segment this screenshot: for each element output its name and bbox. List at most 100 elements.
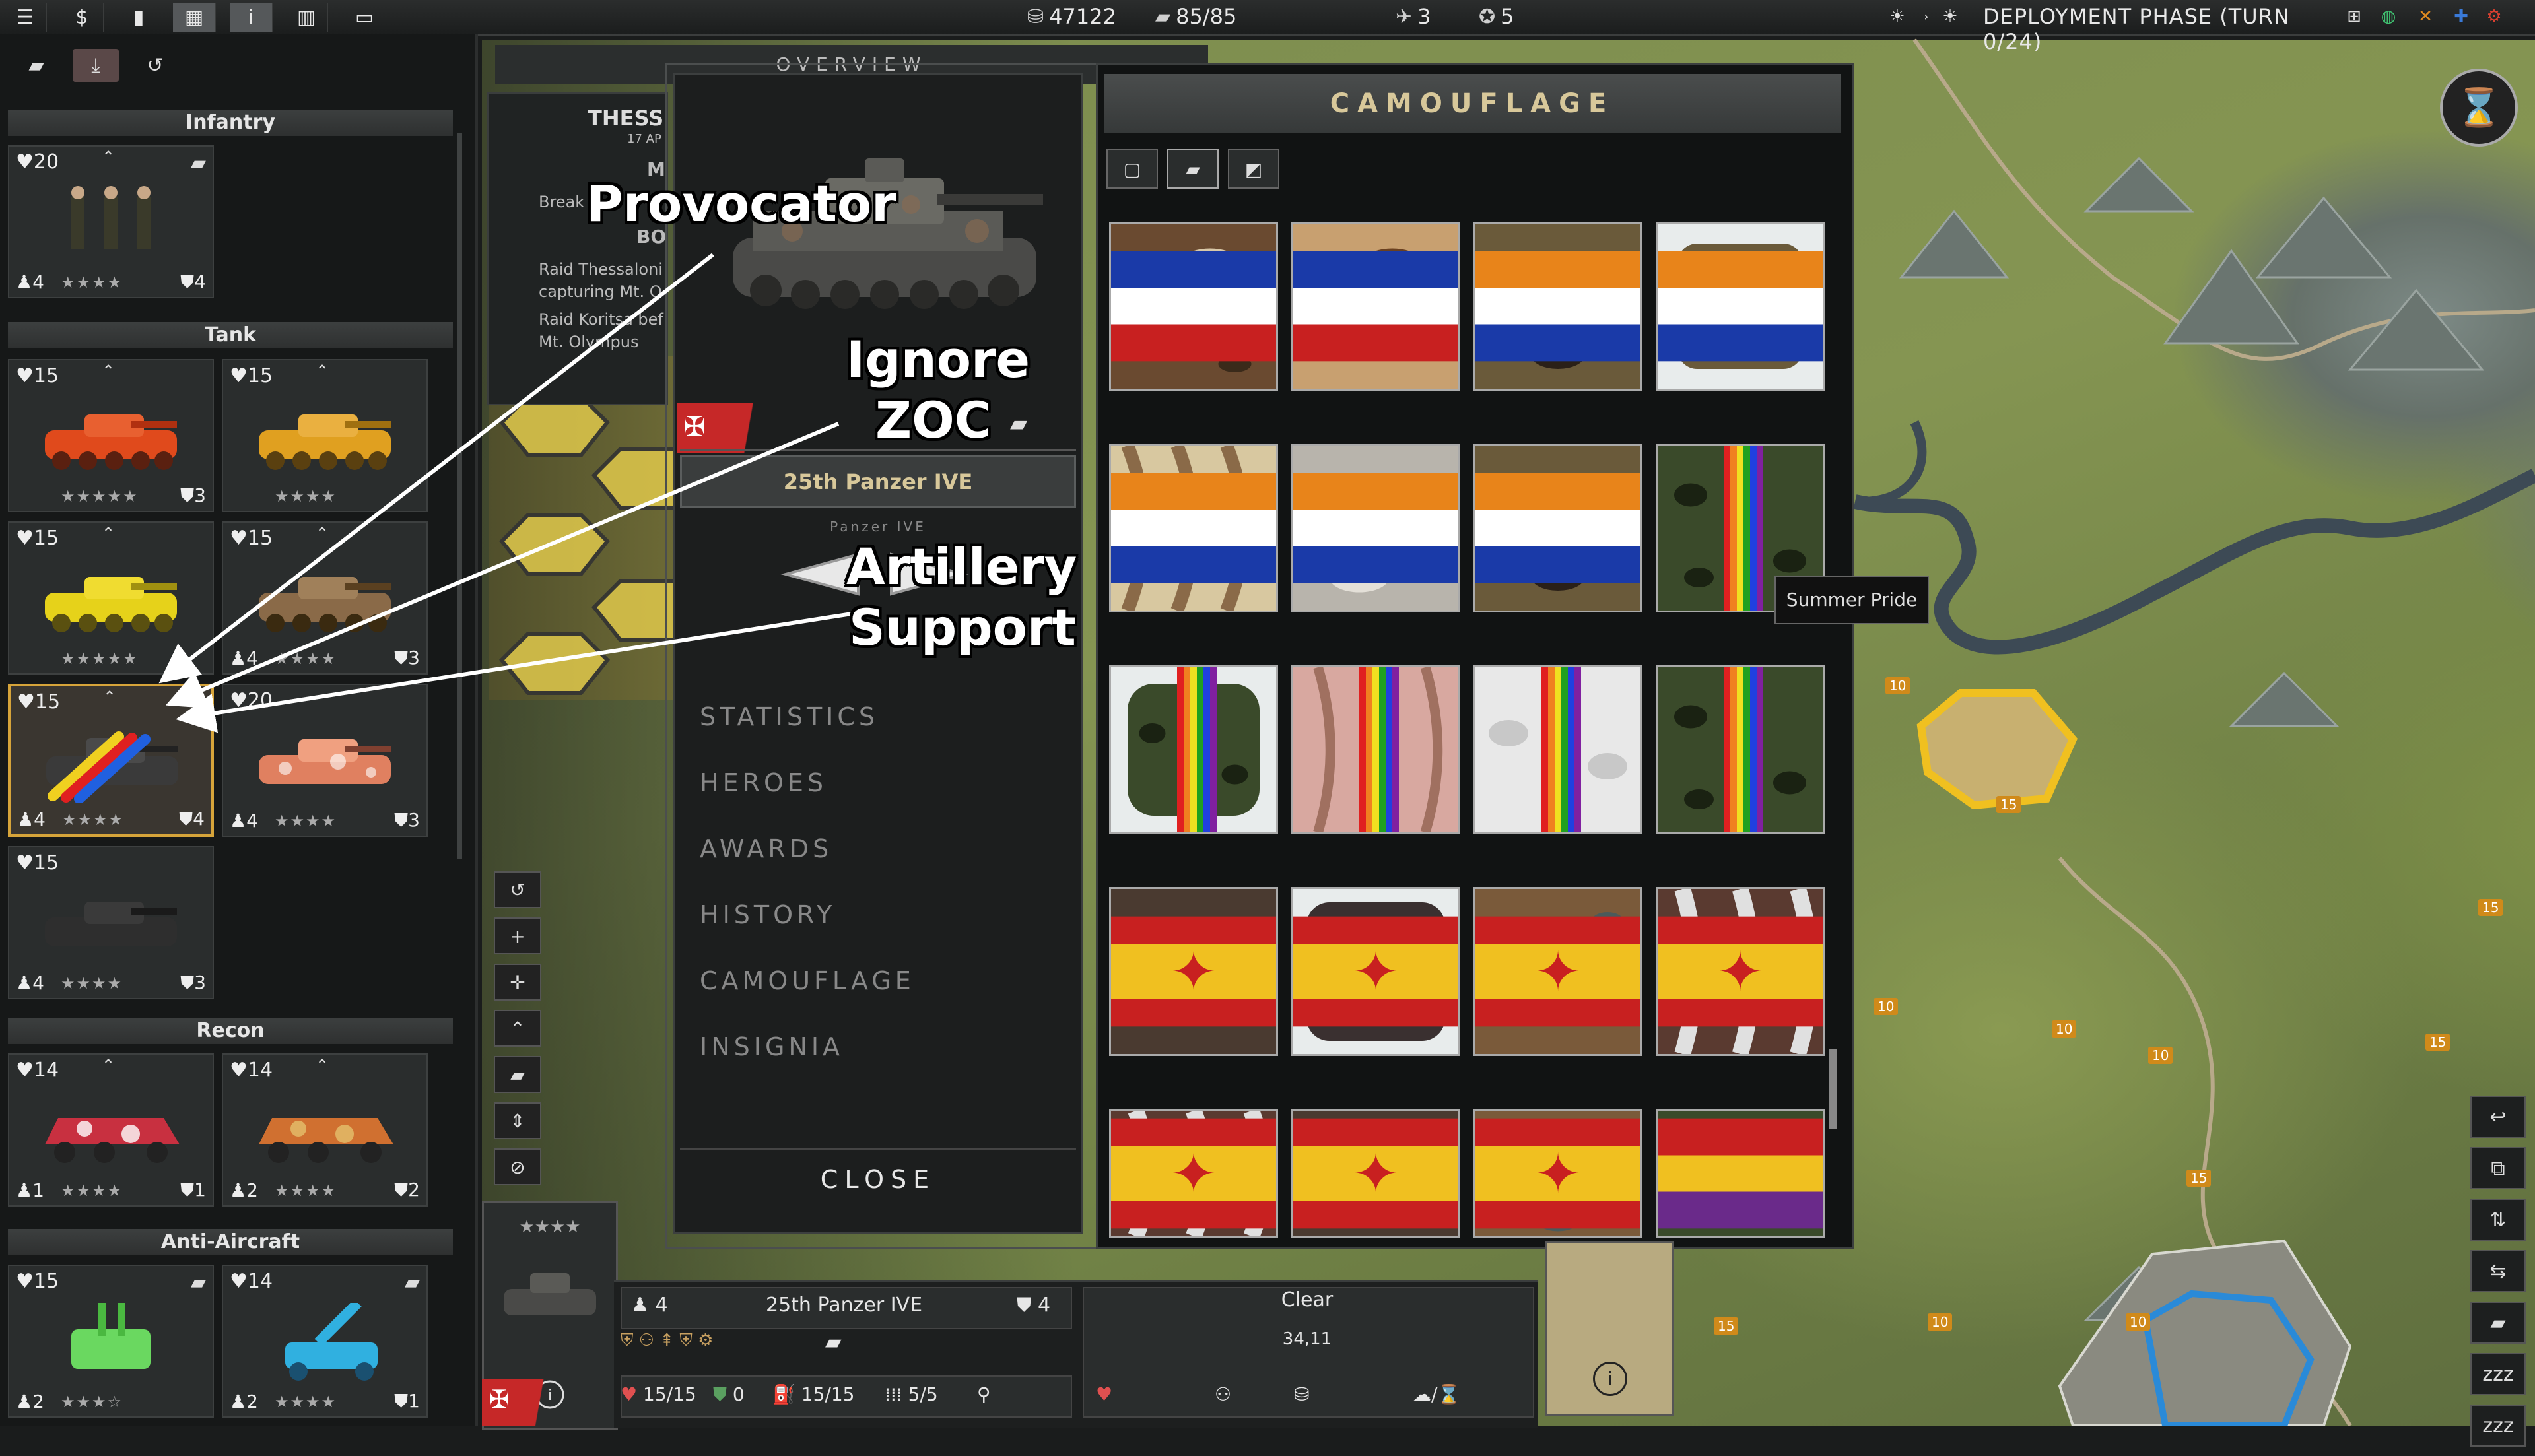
unit-card-recon[interactable]: ♥14 ⌃ ♟2 ★★★★ ⛊2 xyxy=(222,1053,428,1207)
menu-history[interactable]: HISTORY xyxy=(700,900,836,929)
tank-filter-icon[interactable]: ▰ xyxy=(13,49,59,82)
unit-card-tank[interactable]: ♥15 ⌃ ♟4 ★★★★ ⛊3 xyxy=(222,521,428,675)
menu-camouflage[interactable]: CAMOUFLAGE xyxy=(700,966,915,995)
map-number: 15 xyxy=(1714,1317,1739,1335)
unit-card-tank[interactable]: ♥15 ♟4 ★★★★ ⛊3 xyxy=(8,846,214,999)
camo-swatch[interactable] xyxy=(1291,665,1460,834)
camo-swatch[interactable] xyxy=(1656,665,1825,834)
camo-swatch[interactable] xyxy=(1656,1109,1825,1238)
camo-swatch[interactable]: ✦ xyxy=(1291,1109,1460,1238)
settings-icon[interactable]: ⚙ xyxy=(2482,4,2506,29)
undo-icon[interactable]: ↺ xyxy=(132,49,178,82)
cross-icon[interactable]: ✕ xyxy=(2414,4,2437,29)
chart-icon[interactable]: ▥ xyxy=(285,3,328,32)
swap-arrows-icon[interactable]: ⇅ xyxy=(2470,1199,2526,1241)
camo-tab-all-icon[interactable]: ▢ xyxy=(1106,149,1158,189)
unit-card-anti-aircraft[interactable]: ♥14 ▰ ♟2 ★★★★ ⛊1 xyxy=(222,1265,428,1418)
terrain-info-icon[interactable]: i xyxy=(1593,1362,1627,1396)
unit-card-recon[interactable]: ♥14 ⌃ ♟1 ★★★★ ⛊1 xyxy=(8,1053,214,1207)
unit-card-selected-tank[interactable]: ♥15 ⌃ ♟4 ★★★★ ⛊4 xyxy=(8,684,214,837)
swap-icon[interactable]: ⇕ xyxy=(494,1102,541,1139)
deploy-icon[interactable]: ⤓ xyxy=(73,49,119,82)
stat-fuel: ⛽ 15/15 xyxy=(772,1383,854,1405)
camo-tab-custom-icon[interactable]: ◩ xyxy=(1228,149,1279,189)
unit-card-tank[interactable]: ♥15 ⌃ ★★★★ xyxy=(222,359,428,512)
camo-swatch[interactable] xyxy=(1473,222,1642,391)
dutch-flag-icon xyxy=(1475,251,1640,362)
chat-icon[interactable]: ▮ xyxy=(118,3,160,32)
spanish-republic-flag-icon xyxy=(1658,1118,1823,1229)
undo-icon[interactable]: ↺ xyxy=(494,871,541,908)
hp-number: 15 xyxy=(247,527,273,550)
unit-card-tank[interactable]: ♥15 ⌃ ★★★★★ xyxy=(8,521,214,675)
hp-number: 14 xyxy=(247,1270,273,1293)
spanish-nationalist-flag-icon: ✦ xyxy=(1475,916,1640,1027)
upgrade-icon[interactable]: ⌃ xyxy=(494,1010,541,1047)
sun-icon: ☀ xyxy=(1889,7,1905,26)
tank-unit xyxy=(45,902,177,946)
unit-name-plate[interactable]: 25th Panzer IVE xyxy=(680,455,1076,508)
level-number: 1 xyxy=(32,1179,44,1201)
camo-swatch[interactable]: ✦ xyxy=(1291,887,1460,1056)
menu-insignia[interactable]: INSIGNIA xyxy=(700,1032,844,1061)
grid-icon[interactable]: ▦ xyxy=(173,3,216,32)
camo-tab-tank-icon[interactable]: ▰ xyxy=(1167,149,1219,189)
star-rating: ★★★★ xyxy=(61,974,123,993)
reinforce-icon[interactable]: ✛ xyxy=(494,964,541,1001)
map-toggle-icon[interactable]: ⊞ xyxy=(2342,4,2366,29)
unit-card-tank[interactable]: ♥20 ♟4 ★★★★ ⛊3 xyxy=(222,684,428,837)
layers-icon[interactable]: ⧉ xyxy=(2470,1147,2526,1189)
window-icon[interactable]: ▭ xyxy=(343,3,386,32)
camo-swatch[interactable] xyxy=(1109,665,1278,834)
hp-number: 15 xyxy=(247,364,273,387)
back-icon[interactable]: ↩ xyxy=(2470,1096,2526,1138)
menu-heroes[interactable]: HEROES xyxy=(700,768,827,797)
camo-swatch[interactable]: ✦ xyxy=(1109,1109,1278,1238)
dollar-icon[interactable]: $ xyxy=(61,3,104,32)
svg-text:✦: ✦ xyxy=(1717,940,1763,1004)
map-number: 15 xyxy=(2425,1034,2450,1051)
camo-swatch[interactable] xyxy=(1656,222,1825,391)
tank-unit xyxy=(259,739,391,784)
camo-swatch[interactable] xyxy=(1291,222,1460,391)
menu-awards[interactable]: AWARDS xyxy=(700,834,832,863)
nation-cross-icon[interactable]: ✚ xyxy=(2449,4,2473,29)
camo-swatch[interactable]: ✦ xyxy=(1473,1109,1642,1238)
sleep-icon[interactable]: zzz xyxy=(2470,1353,2526,1395)
camo-swatch[interactable] xyxy=(1473,444,1642,612)
objective-line: Mt. Olympus xyxy=(539,333,639,351)
move-unit-icon[interactable]: ⇆ xyxy=(2470,1250,2526,1292)
plus-icon[interactable]: + xyxy=(494,917,541,954)
star-rating: ★★★★ xyxy=(275,812,337,830)
close-button[interactable]: CLOSE xyxy=(680,1148,1076,1209)
trait-icons: ⛨ ⚇ ⇞ ⛨ ⚙ xyxy=(621,1331,714,1350)
map-tools: ↺ + ✛ ⌃ ▰ ⇕ ⊘ xyxy=(494,871,544,1195)
camo-swatch[interactable]: ✦ xyxy=(1656,887,1825,1056)
camo-swatch[interactable] xyxy=(1473,665,1642,834)
unit-card-tank[interactable]: ♥15 ⌃ ★★★★★ ⛊3 xyxy=(8,359,214,512)
transport-icon[interactable]: ▰ xyxy=(494,1056,541,1093)
camo-swatch[interactable]: ✦ xyxy=(1473,887,1642,1056)
roster-scrollbar[interactable] xyxy=(457,133,462,859)
infantry-unit xyxy=(71,186,151,249)
ammo-value: ⛊4 xyxy=(179,808,205,830)
ammo-number: 4 xyxy=(193,808,205,830)
menu-icon[interactable]: ☰ xyxy=(4,3,47,32)
unit-card-anti-aircraft[interactable]: ♥15 ▰ ♟2 ★★★☆ xyxy=(8,1265,214,1418)
camouflage-scrollbar[interactable] xyxy=(1829,1049,1837,1129)
sleep-all-icon[interactable]: zzz xyxy=(2470,1405,2526,1447)
camo-swatch[interactable] xyxy=(1109,222,1278,391)
next-unit-icon[interactable]: ▰ xyxy=(2470,1302,2526,1344)
camo-swatch[interactable] xyxy=(1291,444,1460,612)
camo-swatch[interactable] xyxy=(1109,444,1278,612)
ammo-value: ⛊1 xyxy=(394,1390,420,1412)
info-icon[interactable]: i xyxy=(230,3,273,32)
unit-card-infantry[interactable]: ♥20 ⌃ ▰ ♟4 ★★★★ ⛊4 xyxy=(8,145,214,298)
nation-flag: ✠ xyxy=(677,403,769,453)
camo-swatch[interactable]: ✦ xyxy=(1109,887,1278,1056)
top-bar: ☰ $ ▮ ▦ i ▥ ▭ ⛁ 47122 ▰ 85/85 ✈ 3 ✪ 5 ☀ … xyxy=(0,0,2535,54)
menu-statistics[interactable]: STATISTICS xyxy=(700,702,879,731)
disband-icon[interactable]: ⊘ xyxy=(494,1148,541,1185)
end-turn-hourglass-icon[interactable]: ⌛ xyxy=(2440,69,2518,147)
globe-icon[interactable]: ◍ xyxy=(2377,4,2400,29)
